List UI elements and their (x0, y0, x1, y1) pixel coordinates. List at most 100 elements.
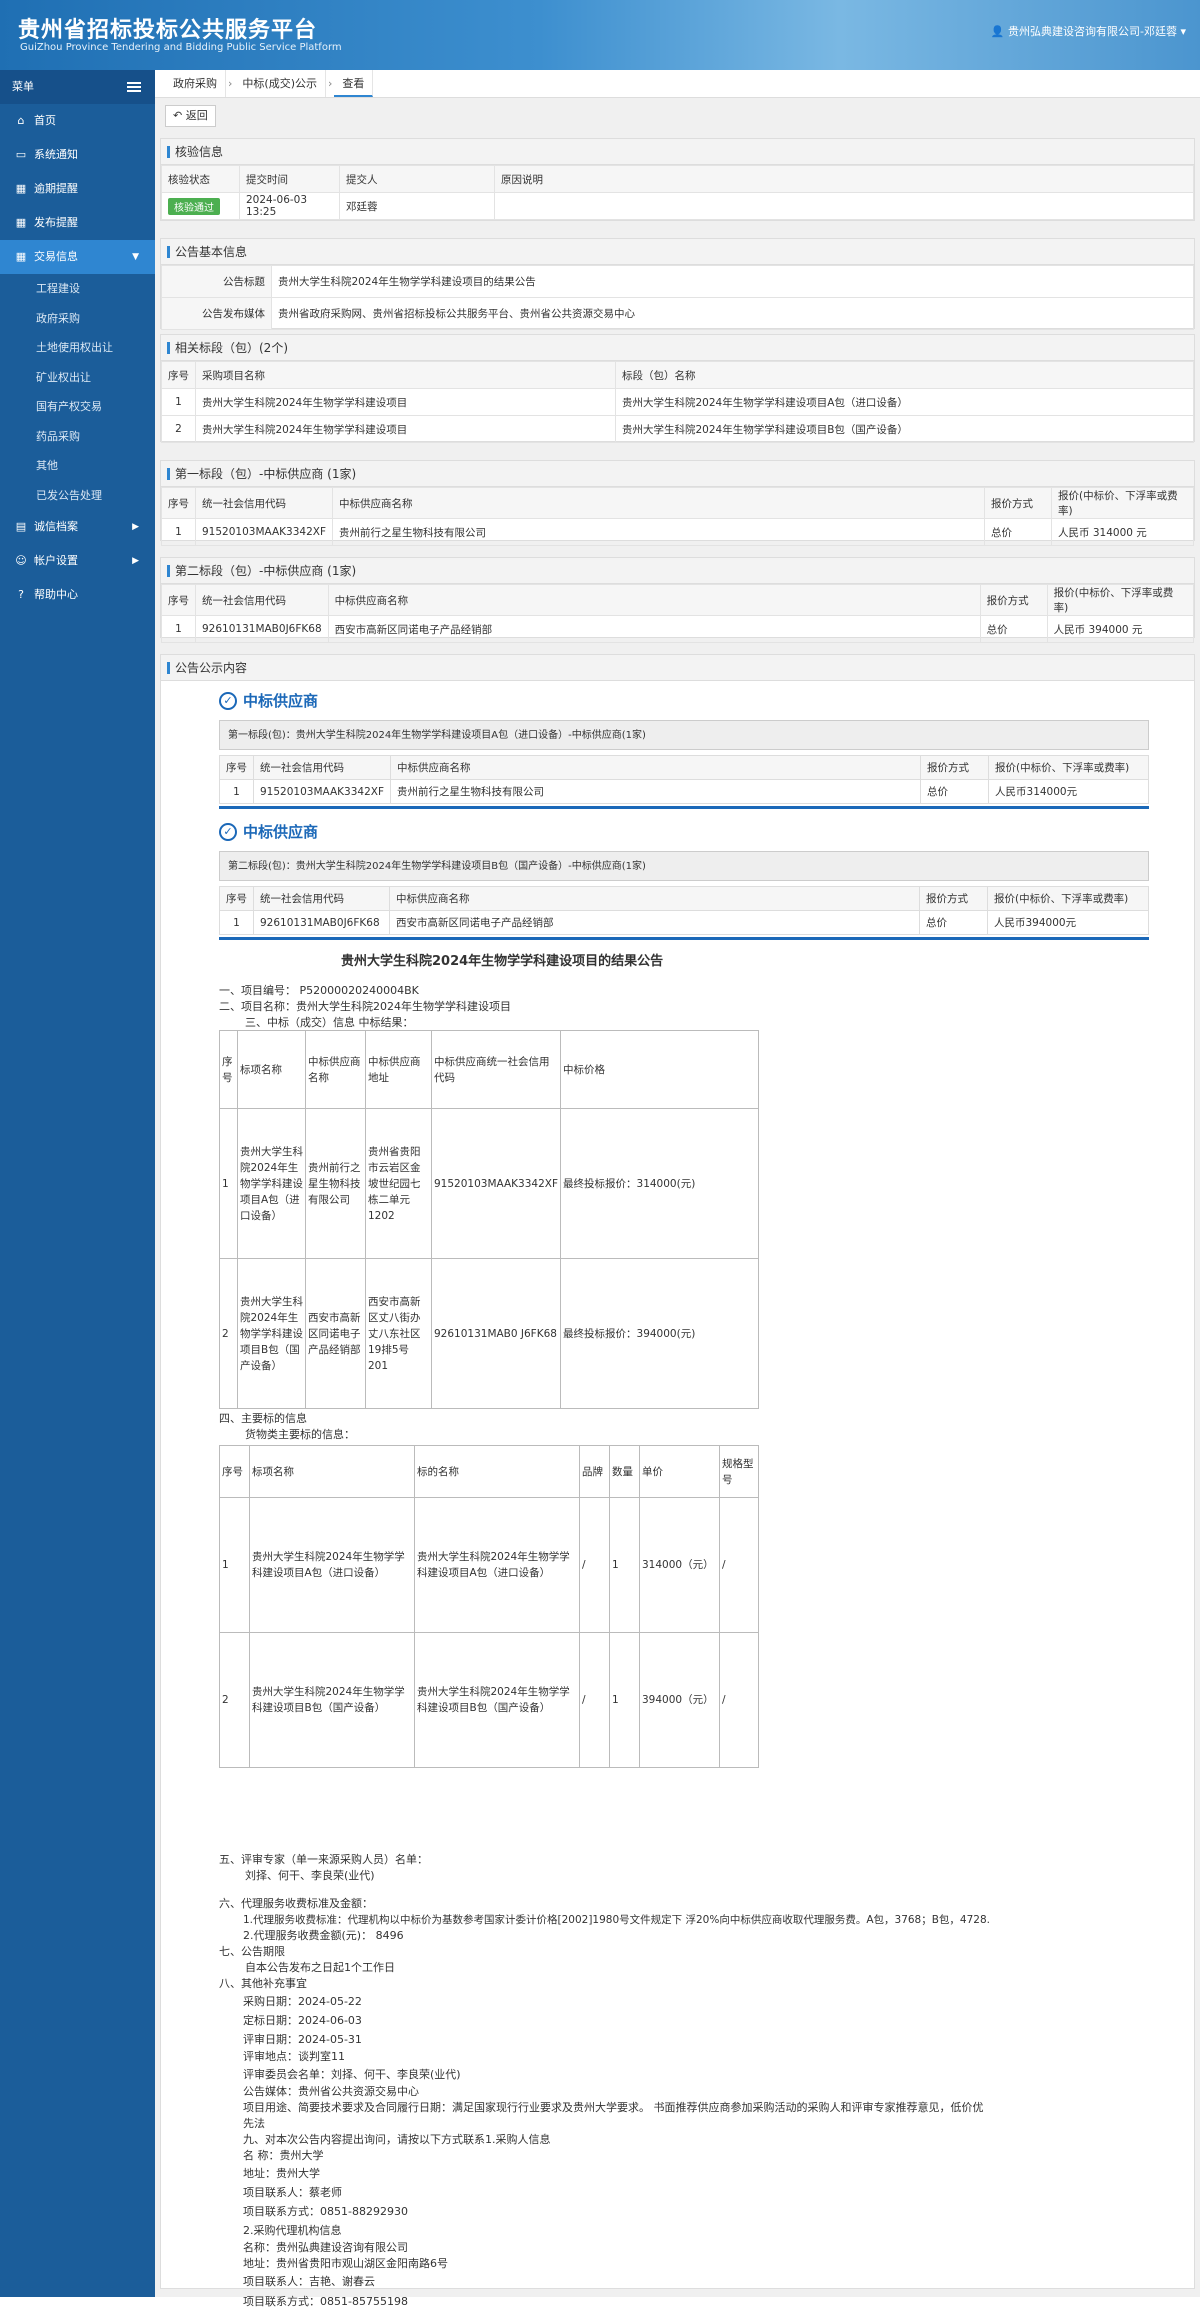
column-header: 核验状态 (161, 165, 240, 193)
sidebar-sub-item[interactable]: 工程建设 (0, 274, 155, 304)
divider (219, 937, 1149, 940)
sidebar-item-overdue[interactable]: ▦ 逾期提醒 (0, 172, 155, 206)
doc-heading: ✓ 中标供应商 (219, 819, 1149, 845)
submit-time: 2024-06-03 13:25 (239, 192, 340, 220)
lots-table: 序号 采购项目名称 标段（包）名称 1 贵州大学生科院2024年生物学学科建设项目 贵州… (161, 361, 1194, 443)
calendar-icon: ▦ (15, 250, 27, 263)
winner-table: 序号 统一社会信用代码 中标供应商名称 报价方式 报价(中标价、下浮率或费率) 1 926… (161, 584, 1195, 643)
sidebar-header: 菜单 (0, 70, 155, 104)
table-row: 2 贵州大学生科院2024年生物学学科建设项目 贵州大学生科院2024年生物学学科建… (161, 415, 1194, 443)
column-header: 标段（包）名称 (615, 361, 1194, 389)
main-content: 政府采购 › 中标(成交)公示 › 查看 ↶ 返回 核验信息 核验状态 提交时间 提交人 原因… (155, 70, 1200, 2308)
result-section-4: 四、主要标的信息 货物类主要标的信息： (219, 1412, 355, 1441)
sidebar-sub-item[interactable]: 已发公告处理 (0, 481, 155, 511)
result-table-2: 序号 标项名称 标的名称 品牌 数量 单价 规格型号 1 贵州大学生科院2024年生物学学科建… (219, 1445, 759, 1768)
panel-title: 核验信息 (161, 139, 1194, 165)
user-name: 贵州弘典建设咨询有限公司-邓廷蓉 (1008, 25, 1177, 38)
table-row: 1 92610131MAB0J6FK68 西安市高新区同诺电子产品经销部 总价 人民币 … (161, 615, 1195, 643)
verify-table: 核验状态 提交时间 提交人 原因说明 核验通过 2024-06-03 13:25 邓廷蓉 (161, 165, 1194, 220)
table-row: 1 91520103MAAK3342XF 贵州前行之星生物科技有限公司 总价 人民币 3… (161, 518, 1194, 546)
back-button[interactable]: ↶ 返回 (165, 105, 216, 127)
notice-content-panel: 公告公示内容 ✓ 中标供应商 第一标段(包)：贵州大学生科院2024年生物学学科建… (160, 654, 1195, 2308)
chevron-right-icon: ▶ (132, 556, 139, 566)
home-icon: ⌂ (17, 114, 25, 127)
result-table-1: 序号 标项名称 中标供应商名称 中标供应商地址 中标供应商统一社会信用代码 中标价格 1贵… (219, 1030, 759, 1409)
sidebar-item-credit[interactable]: ▤ 诚信档案 ▶ (0, 510, 155, 544)
table-row: 1 贵州大学生科院2024年生物学学科建设项目A包（进口设备） 贵州大学生科院202… (219, 1497, 759, 1633)
chevron-right-icon: ▶ (132, 522, 139, 532)
table-row: 2 贵州大学生科院2024年生物学学科建设项目B包（国产设备） 贵州大学生科院202… (219, 1632, 759, 1768)
field-label: 公告标题 (161, 265, 272, 298)
sidebar-item-account[interactable]: ☺ 帐户设置 ▶ (0, 544, 155, 578)
verify-panel: 核验信息 核验状态 提交时间 提交人 原因说明 核验通过 2024-06-03 13:2… (160, 138, 1195, 221)
panel-title: 第二标段（包）-中标供应商 (1家) (161, 558, 1194, 584)
submitter: 邓廷蓉 (339, 192, 495, 220)
back-icon: ↶ (173, 109, 183, 122)
sidebar-item-publish[interactable]: ▦ 发布提醒 (0, 206, 155, 240)
sidebar-item-label: 首页 (34, 114, 56, 127)
breadcrumb: 政府采购 › 中标(成交)公示 › 查看 (155, 70, 1200, 98)
lots-panel: 相关标段（包）(2个) 序号 采购项目名称 标段（包）名称 1 贵州大学生科院2024… (160, 334, 1195, 443)
table-row: 1 贵州大学生科院2024年生物学学科建设项目A包（进口设备） 贵州前行之星生物科技… (219, 1108, 759, 1259)
divider (219, 806, 1149, 809)
hamburger-icon[interactable] (127, 82, 141, 92)
sidebar-sub-item[interactable]: 国有产权交易 (0, 392, 155, 422)
monitor-icon: ▭ (15, 148, 27, 161)
caret-down-icon: ▾ (1180, 25, 1186, 38)
panel-title: 公告基本信息 (161, 239, 1194, 265)
user-icon: ☺ (15, 554, 27, 567)
chevron-down-icon: ▼ (132, 252, 139, 262)
reason (494, 192, 1194, 220)
site-subtitle: GuiZhou Province Tendering and Bidding P… (20, 42, 342, 53)
sidebar-sub-item[interactable]: 土地使用权出让 (0, 333, 155, 363)
check-circle-icon: ✓ (219, 823, 237, 841)
site-title: 贵州省招标投标公共服务平台 (18, 18, 318, 43)
result-intro: 一、项目编号： P52000020240004BK 二、项目名称：贵州大学生科院… (219, 984, 511, 1029)
chevron-right-icon: › (328, 77, 333, 90)
help-icon: ? (18, 588, 24, 601)
sidebar-item-label: 系统通知 (34, 148, 78, 161)
calendar-icon: ▦ (15, 216, 27, 229)
basic-info-panel: 公告基本信息 公告标题 贵州大学生科院2024年生物学学科建设项目的结果公告 公告… (160, 238, 1195, 330)
sidebar-item-label: 帐户设置 (34, 554, 78, 567)
doc-lot2-block: ✓ 中标供应商 第二标段(包)：贵州大学生科院2024年生物学学科建设项目B包（国… (219, 819, 1149, 940)
basic-info-table: 公告标题 贵州大学生科院2024年生物学学科建设项目的结果公告 公告发布媒体 贵州省… (161, 265, 1194, 330)
sidebar-sub-item[interactable]: 药品采购 (0, 422, 155, 452)
sidebar: 菜单 ⌂ 首页 ▭ 系统通知 ▦ 逾期提醒 ▦ 发布提醒 ▦ 交易信息 ▼ 工程建设 政府采… (0, 70, 155, 2297)
panel-title: 第一标段（包）-中标供应商 (1家) (161, 461, 1194, 487)
column-header: 原因说明 (494, 165, 1194, 193)
tab-award-notice[interactable]: 中标(成交)公示 (234, 70, 326, 97)
doc-winner-table: 序号 统一社会信用代码 中标供应商名称 报价方式 报价(中标价、下浮率或费率) 1 915… (219, 755, 1149, 804)
table-row: 1 贵州大学生科院2024年生物学学科建设项目 贵州大学生科院2024年生物学学科建… (161, 388, 1194, 416)
back-label: 返回 (185, 109, 208, 122)
calendar-icon: ▦ (15, 182, 27, 195)
tab-view[interactable]: 查看 (334, 70, 374, 97)
winner-table: 序号 统一社会信用代码 中标供应商名称 报价方式 报价(中标价、下浮率或费率) 1 915… (161, 487, 1194, 546)
doc-winner-table: 序号 统一社会信用代码 中标供应商名称 报价方式 报价(中标价、下浮率或费率) 1 926… (219, 886, 1149, 935)
sidebar-item-label: 交易信息 (34, 250, 78, 263)
sidebar-sub-item[interactable]: 矿业权出让 (0, 363, 155, 393)
sidebar-item-notice[interactable]: ▭ 系统通知 (0, 138, 155, 172)
table-row: 1 92610131MAB0J6FK68 西安市高新区同诺电子产品经销部 总价 人民币3… (219, 910, 1149, 935)
result-tail: 五、评审专家（单一来源采购人员）名单： 刘择、何干、李良荣(业代) 六、代理服务… (219, 1853, 990, 2308)
notice-title: 贵州大学生科院2024年生物学学科建设项目的结果公告 (271, 265, 1194, 298)
sidebar-item-label: 诚信档案 (34, 520, 78, 533)
panel-title: 公告公示内容 (161, 655, 1194, 681)
sidebar-item-trade[interactable]: ▦ 交易信息 ▼ (0, 240, 155, 274)
sidebar-sub-item[interactable]: 其他 (0, 451, 155, 481)
field-label: 公告发布媒体 (161, 297, 272, 330)
book-icon: ▤ (15, 520, 27, 533)
user-menu[interactable]: 👤 贵州弘典建设咨询有限公司-邓廷蓉 ▾ (991, 23, 1186, 39)
sidebar-item-help[interactable]: ? 帮助中心 (0, 578, 155, 612)
doc-heading: ✓ 中标供应商 (219, 688, 1149, 714)
sidebar-item-label: 帮助中心 (34, 588, 78, 601)
result-title: 贵州大学生科院2024年生物学学科建设项目的结果公告 (341, 954, 664, 969)
sidebar-item-home[interactable]: ⌂ 首页 (0, 104, 155, 138)
winner-lot2-panel: 第二标段（包）-中标供应商 (1家) 序号 统一社会信用代码 中标供应商名称 报价方式… (160, 557, 1195, 643)
doc-lot1-block: ✓ 中标供应商 第一标段(包)：贵州大学生科院2024年生物学学科建设项目A包（进… (219, 688, 1149, 809)
sidebar-sub-item[interactable]: 政府采购 (0, 304, 155, 334)
tab-gov-purchase[interactable]: 政府采购 (165, 70, 226, 97)
table-row: 2 贵州大学生科院2024年生物学学科建设项目B包（国产设备） 西安市高新区同诺电子… (219, 1258, 759, 1409)
check-circle-icon: ✓ (219, 692, 237, 710)
winner-lot1-panel: 第一标段（包）-中标供应商 (1家) 序号 统一社会信用代码 中标供应商名称 报价方式… (160, 460, 1195, 546)
